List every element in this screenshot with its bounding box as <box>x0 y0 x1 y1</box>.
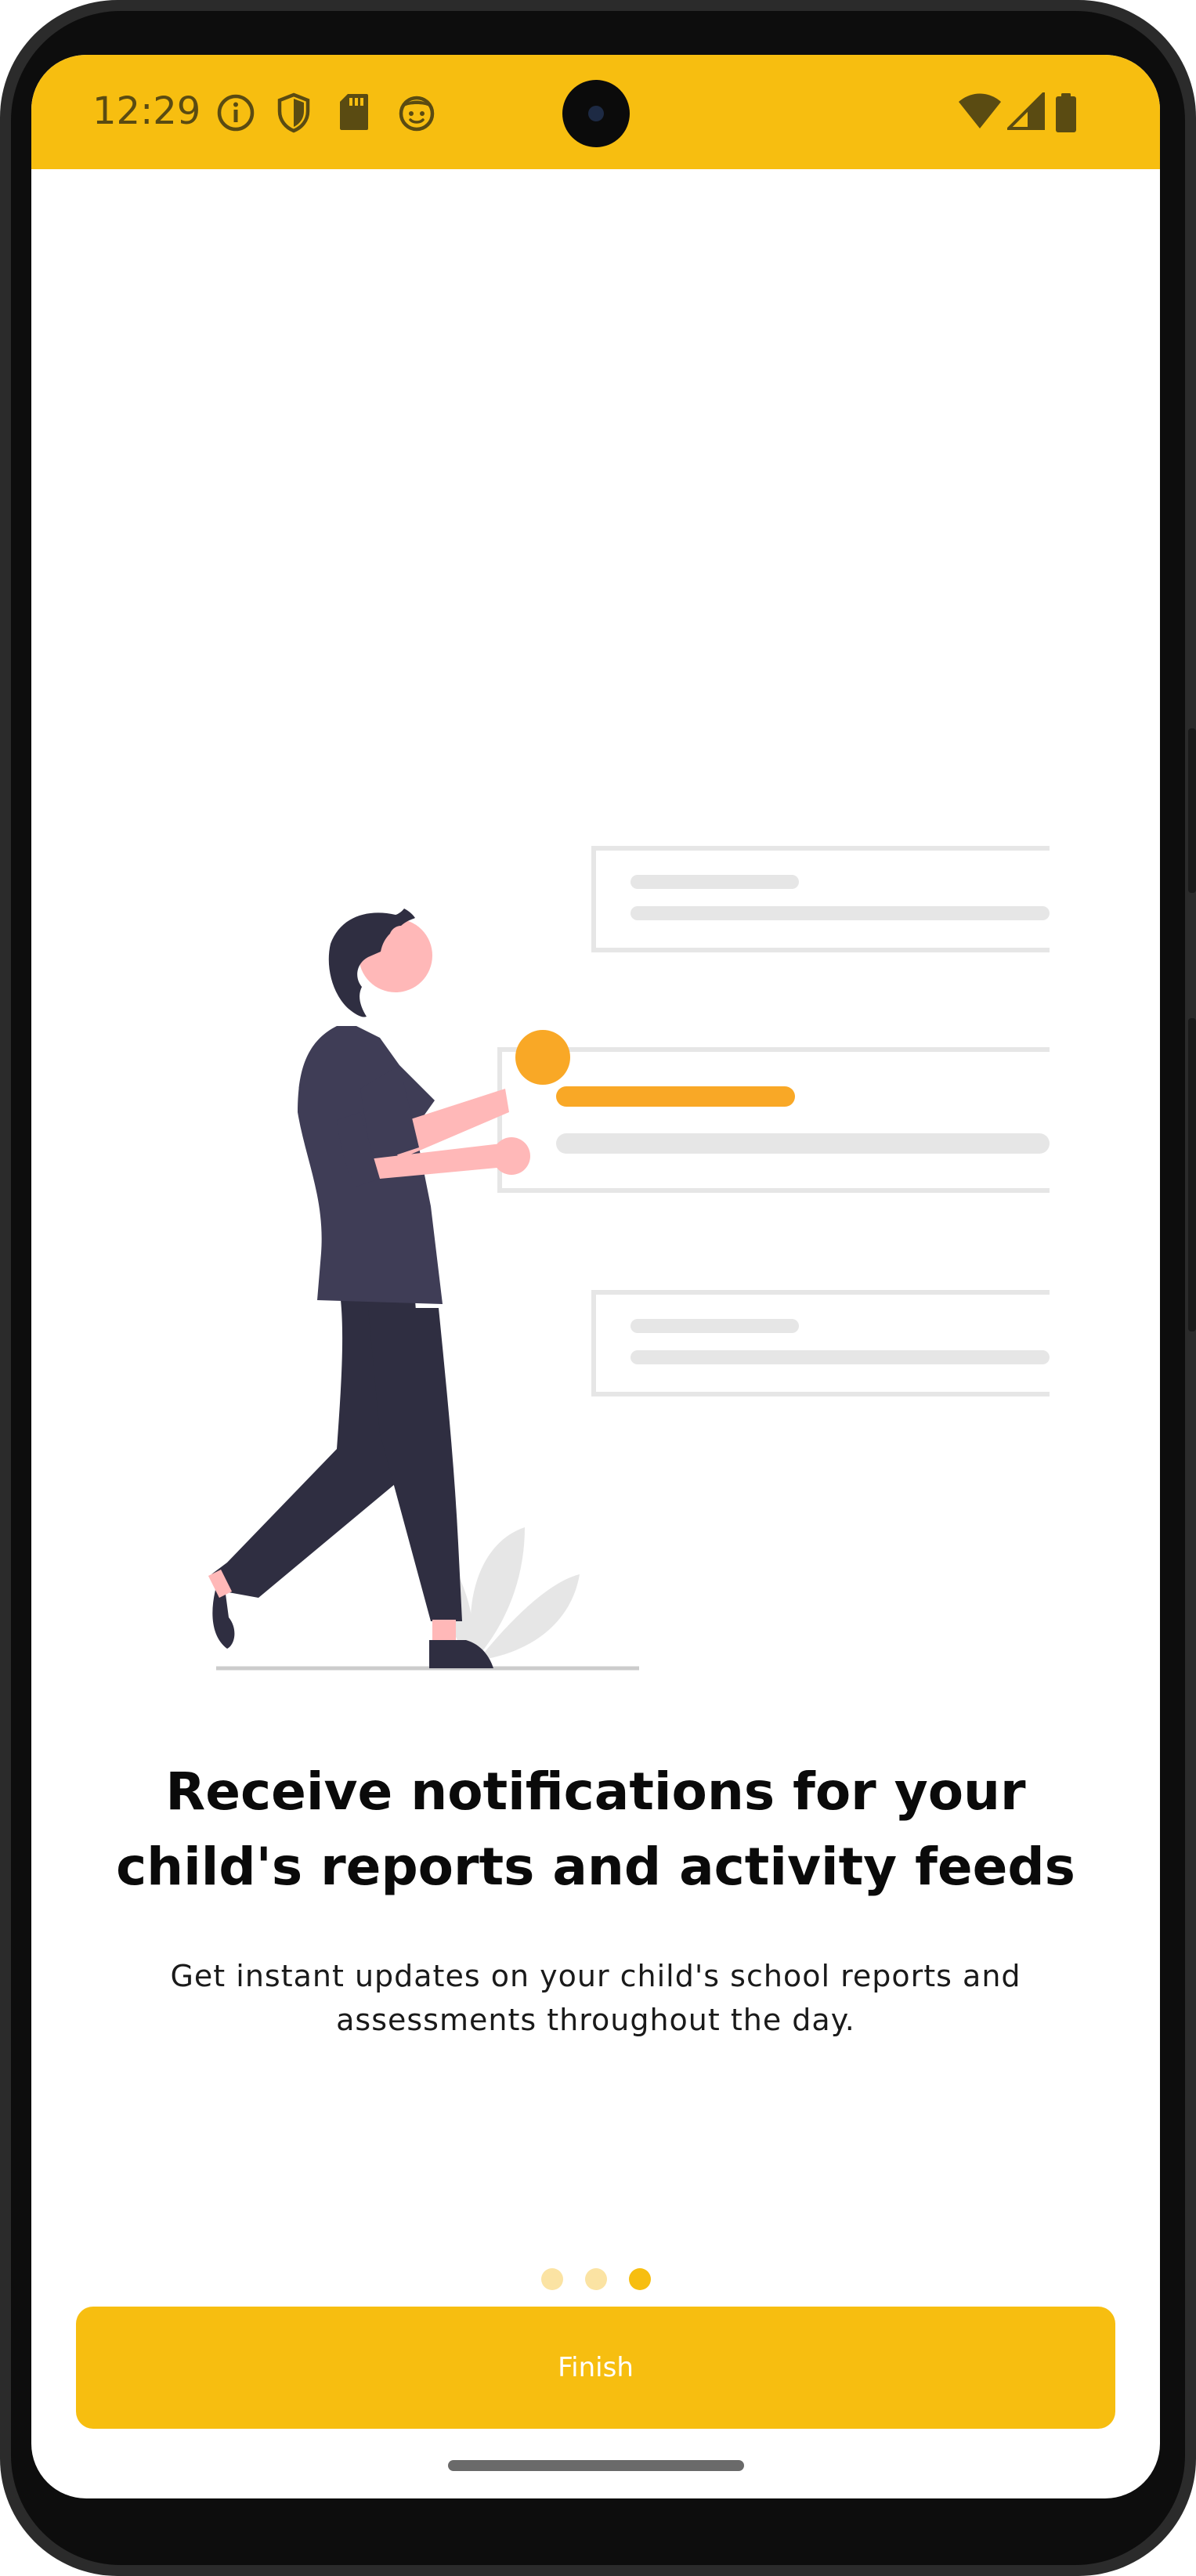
phone-screen: 12:29 Receive notifications for your chi… <box>31 55 1160 2498</box>
wifi-icon <box>959 93 1001 128</box>
onboarding-illustration <box>208 846 1050 1671</box>
page-dot-2[interactable] <box>584 2268 607 2290</box>
info-icon <box>217 94 255 132</box>
onboarding-description: Get instant updates on your child's scho… <box>170 1959 1021 2037</box>
front-camera <box>562 80 630 147</box>
notification-card-bottom <box>591 1290 1050 1396</box>
onboarding-title: Receive notifications for your child's r… <box>116 1761 1075 1897</box>
home-indicator[interactable] <box>448 2460 744 2471</box>
device-frame: 12:29 Receive notifications for your chi… <box>0 0 1196 2576</box>
face-icon <box>399 96 435 132</box>
camera-lens <box>588 106 604 121</box>
signal-icon <box>1007 92 1045 130</box>
sd-card-icon <box>340 94 368 130</box>
notification-card-top <box>591 846 1050 952</box>
status-time: 12:29 <box>92 89 201 133</box>
notification-card-middle <box>497 1047 1050 1193</box>
power-button <box>1188 728 1196 893</box>
page-dot-1[interactable] <box>540 2268 563 2290</box>
status-bar: 12:29 <box>31 55 1160 169</box>
page-indicator <box>31 2268 1160 2290</box>
finish-button[interactable]: Finish <box>76 2307 1115 2429</box>
page-dot-3-active[interactable] <box>628 2268 651 2290</box>
volume-button <box>1188 1018 1196 1331</box>
battery-icon <box>1056 93 1076 132</box>
shield-icon <box>277 92 310 133</box>
